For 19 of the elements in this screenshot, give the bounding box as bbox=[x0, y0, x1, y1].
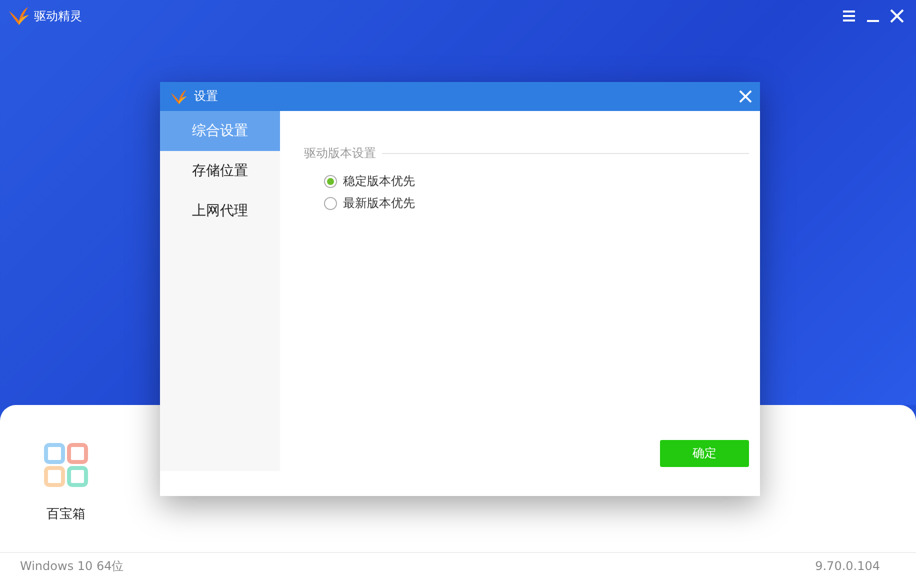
tool-label[interactable]: 百宝箱 bbox=[46, 505, 86, 523]
app-title: 驱动精灵 bbox=[34, 8, 82, 24]
sidebar-item[interactable]: 上网代理 bbox=[160, 191, 280, 231]
os-info: Windows 10 64位 bbox=[20, 558, 124, 574]
option-label[interactable]: 最新版本优先 bbox=[343, 194, 415, 212]
radio-button[interactable] bbox=[324, 196, 337, 210]
radio-button[interactable] bbox=[324, 174, 337, 188]
close-icon[interactable] bbox=[890, 9, 904, 23]
option-label[interactable]: 稳定版本优先 bbox=[343, 172, 415, 190]
sidebar-item[interactable]: 存储位置 bbox=[160, 151, 280, 191]
radio-option[interactable]: 最新版本优先 bbox=[324, 192, 749, 214]
menu-icon[interactable] bbox=[842, 10, 856, 22]
radio-option[interactable]: 稳定版本优先 bbox=[324, 170, 749, 192]
flame-logo-icon bbox=[8, 6, 30, 26]
flame-logo-icon bbox=[170, 88, 188, 104]
version-text: 9.70.0.104 bbox=[815, 559, 880, 573]
close-icon[interactable] bbox=[739, 90, 752, 103]
section-title: 驱动版本设置 bbox=[304, 145, 376, 162]
dialog-title: 设置 bbox=[194, 88, 219, 105]
